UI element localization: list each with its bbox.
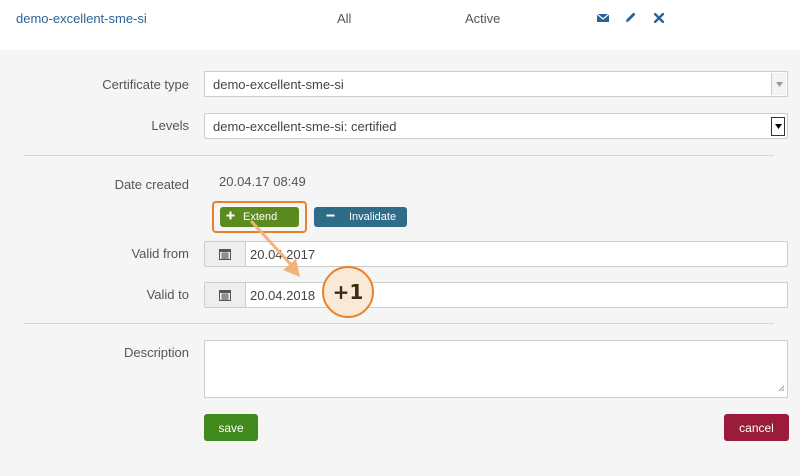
chevron-down-icon bbox=[771, 117, 785, 136]
resize-grip-icon[interactable] bbox=[778, 380, 785, 395]
invalidate-label: Invalidate bbox=[349, 211, 397, 223]
extend-button[interactable]: Extend bbox=[220, 207, 299, 227]
description-label: Description bbox=[123, 345, 189, 360]
plus-one-badge: +1 bbox=[322, 266, 374, 318]
levels-label: Levels bbox=[151, 118, 189, 133]
certificate-name-link[interactable]: demo-excellent-sme-si bbox=[16, 11, 147, 26]
certificate-edit-form: Certificate type demo-excellent-sme-si L… bbox=[0, 50, 800, 476]
calendar-icon[interactable] bbox=[205, 242, 246, 266]
certificate-type-select[interactable]: demo-excellent-sme-si bbox=[204, 71, 788, 97]
valid-from-input[interactable]: 20.04.2017 bbox=[250, 247, 315, 262]
save-button[interactable]: save bbox=[204, 414, 258, 441]
certificate-status: Active bbox=[465, 11, 501, 26]
certificate-list-row: demo-excellent-sme-si All Active bbox=[0, 0, 800, 50]
extend-label: Extend bbox=[243, 211, 278, 223]
certificate-scope: All bbox=[337, 11, 352, 26]
chevron-down-icon bbox=[771, 73, 786, 95]
close-icon[interactable] bbox=[653, 11, 665, 26]
section-divider bbox=[24, 155, 774, 156]
date-created-label: Date created bbox=[114, 177, 189, 192]
valid-from-label: Valid from bbox=[131, 246, 189, 261]
invalidate-button[interactable]: Invalidate bbox=[314, 207, 407, 227]
description-textarea[interactable] bbox=[204, 340, 788, 398]
envelope-icon[interactable] bbox=[596, 11, 610, 26]
plus-icon bbox=[226, 211, 235, 223]
valid-to-input[interactable]: 20.04.2018 bbox=[250, 288, 315, 303]
valid-from-field[interactable]: 20.04.2017 bbox=[204, 241, 788, 267]
pencil-icon[interactable] bbox=[625, 11, 637, 26]
valid-to-field[interactable]: 20.04.2018 bbox=[204, 282, 788, 308]
certificate-type-label: Certificate type bbox=[102, 77, 189, 92]
levels-value: demo-excellent-sme-si: certified bbox=[213, 119, 397, 134]
cancel-button[interactable]: cancel bbox=[724, 414, 789, 441]
certificate-type-value: demo-excellent-sme-si bbox=[213, 77, 344, 92]
minus-icon bbox=[326, 211, 335, 223]
levels-select[interactable]: demo-excellent-sme-si: certified bbox=[204, 113, 788, 139]
section-divider bbox=[24, 323, 774, 324]
valid-to-label: Valid to bbox=[146, 287, 189, 302]
calendar-icon[interactable] bbox=[205, 283, 246, 307]
date-created-value: 20.04.17 08:49 bbox=[219, 174, 306, 189]
